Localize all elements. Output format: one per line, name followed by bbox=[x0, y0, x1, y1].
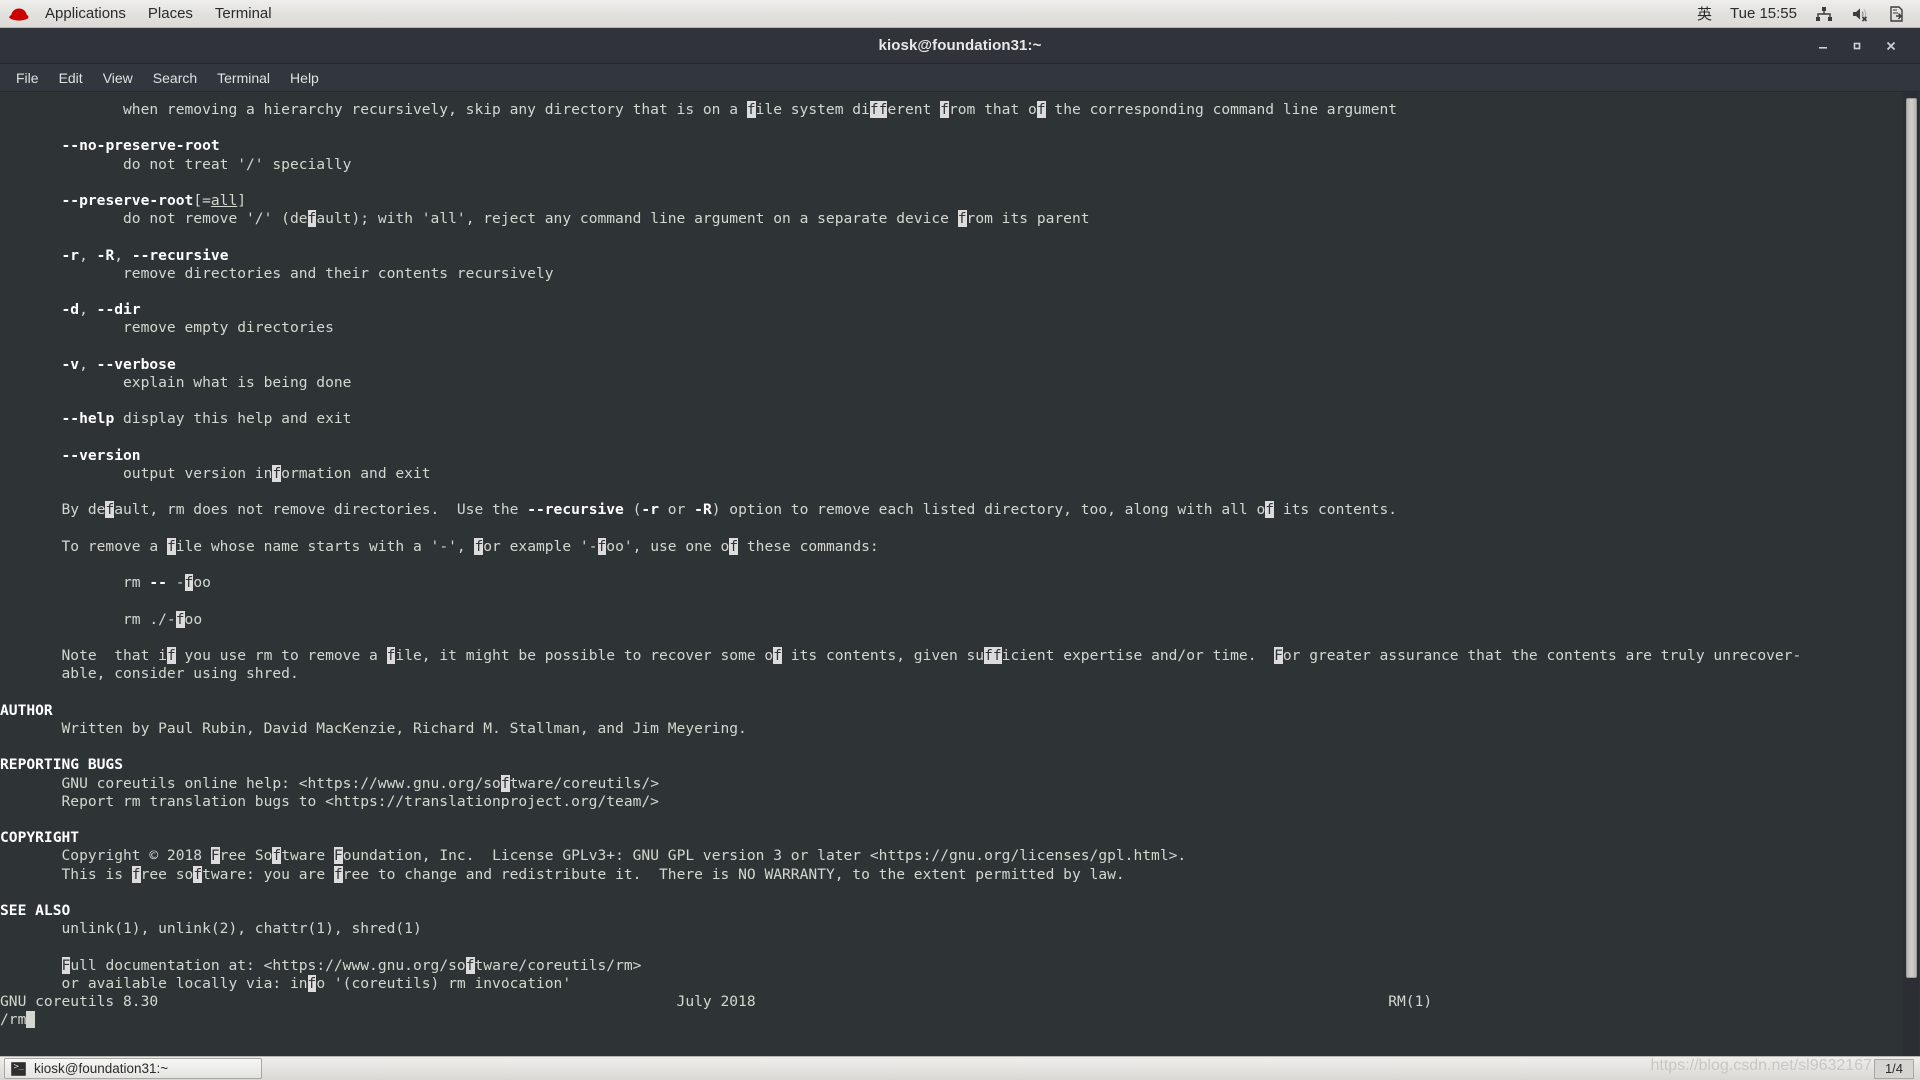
redhat-logo-icon[interactable] bbox=[6, 0, 34, 28]
power-document-icon[interactable] bbox=[1880, 0, 1914, 28]
workspace-switcher[interactable]: 1/4 bbox=[1874, 1058, 1914, 1079]
input-method-indicator[interactable]: 英 bbox=[1688, 0, 1721, 28]
maximize-button[interactable] bbox=[1840, 31, 1874, 61]
gnome-top-panel: Applications Places Terminal 英 Tue 15:55 bbox=[0, 0, 1920, 28]
panel-menu-terminal[interactable]: Terminal bbox=[204, 0, 283, 28]
network-icon[interactable] bbox=[1806, 0, 1842, 28]
window-list-taskbar: kiosk@foundation31:~ https://blog.csdn.n… bbox=[0, 1056, 1920, 1080]
window-titlebar[interactable]: kiosk@foundation31:~ bbox=[0, 28, 1920, 64]
menu-terminal[interactable]: Terminal bbox=[207, 67, 280, 89]
close-button[interactable] bbox=[1874, 31, 1908, 61]
terminal-scrollbar[interactable] bbox=[1903, 92, 1920, 1056]
terminal-window: kiosk@foundation31:~ File Edit View Sear… bbox=[0, 28, 1920, 1056]
taskbar-window-label: kiosk@foundation31:~ bbox=[34, 1061, 169, 1076]
panel-menu-places[interactable]: Places bbox=[137, 0, 204, 28]
terminal-body[interactable]: when removing a hierarchy recursively, s… bbox=[0, 92, 1920, 1056]
menu-search[interactable]: Search bbox=[143, 67, 207, 89]
window-controls bbox=[1806, 31, 1920, 61]
panel-status-area: 英 Tue 15:55 bbox=[1688, 0, 1920, 28]
clock[interactable]: Tue 15:55 bbox=[1721, 0, 1806, 28]
taskbar-window-button[interactable]: kiosk@foundation31:~ bbox=[4, 1058, 262, 1079]
terminal-icon bbox=[11, 1061, 26, 1076]
menu-view[interactable]: View bbox=[93, 67, 143, 89]
menu-file[interactable]: File bbox=[6, 67, 49, 89]
panel-menu-applications[interactable]: Applications bbox=[34, 0, 137, 28]
menu-edit[interactable]: Edit bbox=[49, 67, 93, 89]
terminal-menubar: File Edit View Search Terminal Help bbox=[0, 64, 1920, 92]
menu-help[interactable]: Help bbox=[280, 67, 329, 89]
scrollbar-thumb[interactable] bbox=[1906, 98, 1917, 978]
minimize-button[interactable] bbox=[1806, 31, 1840, 61]
window-title: kiosk@foundation31:~ bbox=[878, 37, 1042, 54]
volume-muted-icon[interactable] bbox=[1842, 0, 1880, 28]
watermark: https://blog.csdn.net/sl9632167 bbox=[1650, 1056, 1873, 1074]
terminal-output[interactable]: when removing a hierarchy recursively, s… bbox=[0, 92, 1903, 1056]
taskbar-right-area: https://blog.csdn.net/sl9632167 1/4 bbox=[1651, 1057, 1918, 1079]
